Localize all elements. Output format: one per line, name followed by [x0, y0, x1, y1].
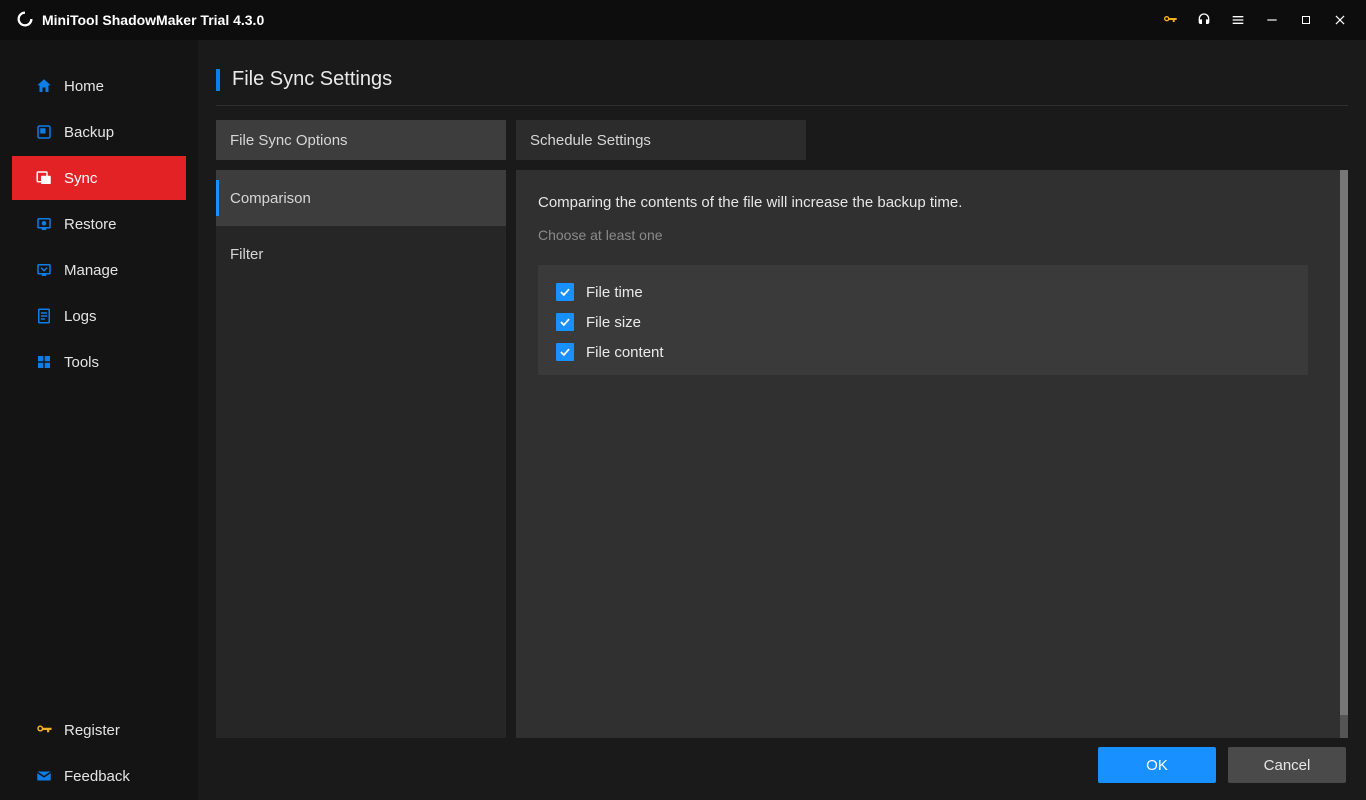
- button-label: Cancel: [1264, 757, 1311, 774]
- key-icon[interactable]: [1160, 0, 1180, 40]
- settings-categories: Comparison Filter: [216, 170, 506, 738]
- menu-icon[interactable]: [1228, 0, 1248, 40]
- tab-label: Schedule Settings: [530, 132, 651, 149]
- button-label: OK: [1146, 757, 1168, 774]
- sidebar-item-restore[interactable]: Restore: [12, 202, 186, 246]
- hint-text: Choose at least one: [538, 227, 1326, 243]
- category-filter[interactable]: Filter: [216, 226, 506, 282]
- tab-file-sync-options[interactable]: File Sync Options: [216, 120, 506, 160]
- manage-icon: [30, 261, 58, 279]
- content-panel: Comparing the contents of the file will …: [516, 170, 1348, 738]
- app-window: MiniTool ShadowMaker Trial 4.3.0 Home: [0, 0, 1366, 800]
- sidebar-item-label: Home: [64, 78, 104, 95]
- app-logo-icon: [16, 10, 34, 31]
- checkbox-icon: [556, 283, 574, 301]
- backup-icon: [30, 123, 58, 141]
- tab-schedule-settings[interactable]: Schedule Settings: [516, 120, 806, 160]
- info-text: Comparing the contents of the file will …: [538, 194, 1326, 211]
- page-header: File Sync Settings: [216, 68, 1348, 106]
- sidebar-item-home[interactable]: Home: [12, 64, 186, 108]
- tab-label: File Sync Options: [230, 132, 348, 149]
- logs-icon: [30, 307, 58, 325]
- sidebar-item-label: Logs: [64, 308, 97, 325]
- tabs: File Sync Options Schedule Settings: [216, 120, 1348, 160]
- category-label: Comparison: [230, 190, 311, 207]
- sidebar-item-label: Feedback: [64, 768, 130, 785]
- check-file-content[interactable]: File content: [556, 343, 1290, 361]
- main-panel: File Sync Settings File Sync Options Sch…: [198, 40, 1366, 800]
- sidebar-item-logs[interactable]: Logs: [12, 294, 186, 338]
- check-label: File content: [586, 344, 664, 361]
- checkbox-icon: [556, 313, 574, 331]
- titlebar: MiniTool ShadowMaker Trial 4.3.0: [0, 0, 1366, 40]
- maximize-icon[interactable]: [1296, 0, 1316, 40]
- category-label: Filter: [230, 246, 263, 263]
- check-file-size[interactable]: File size: [556, 313, 1290, 331]
- content-row: Comparison Filter Comparing the contents…: [216, 170, 1348, 738]
- app-title: MiniTool ShadowMaker Trial 4.3.0: [42, 12, 264, 28]
- scrollbar[interactable]: [1340, 170, 1348, 738]
- check-label: File size: [586, 314, 641, 331]
- sidebar-item-label: Tools: [64, 354, 99, 371]
- accent-bar: [216, 69, 220, 91]
- minimize-icon[interactable]: [1262, 0, 1282, 40]
- category-comparison[interactable]: Comparison: [216, 170, 506, 226]
- home-icon: [30, 77, 58, 95]
- headset-icon[interactable]: [1194, 0, 1214, 40]
- sidebar-item-label: Backup: [64, 124, 114, 141]
- sidebar-item-manage[interactable]: Manage: [12, 248, 186, 292]
- sidebar-item-label: Sync: [64, 170, 97, 187]
- sidebar-item-label: Manage: [64, 262, 118, 279]
- sidebar-item-backup[interactable]: Backup: [12, 110, 186, 154]
- sidebar-item-label: Restore: [64, 216, 117, 233]
- sidebar-item-feedback[interactable]: Feedback: [12, 754, 186, 798]
- sidebar-item-tools[interactable]: Tools: [12, 340, 186, 384]
- page-title: File Sync Settings: [232, 68, 392, 91]
- mail-icon: [30, 767, 58, 785]
- restore-icon: [30, 215, 58, 233]
- scrollbar-thumb[interactable]: [1340, 170, 1348, 715]
- ok-button[interactable]: OK: [1098, 747, 1216, 783]
- comparison-options: File time File size File content: [538, 265, 1308, 375]
- cancel-button[interactable]: Cancel: [1228, 747, 1346, 783]
- check-file-time[interactable]: File time: [556, 283, 1290, 301]
- sidebar-item-label: Register: [64, 722, 120, 739]
- checkbox-icon: [556, 343, 574, 361]
- tools-icon: [30, 353, 58, 371]
- sidebar-item-sync[interactable]: Sync: [12, 156, 186, 200]
- footer: OK Cancel: [216, 738, 1348, 792]
- sync-icon: [30, 169, 58, 187]
- sidebar: Home Backup Sync Restore Manage: [0, 40, 198, 800]
- sidebar-item-register[interactable]: Register: [12, 708, 186, 752]
- check-label: File time: [586, 284, 643, 301]
- key-icon: [30, 721, 58, 739]
- close-icon[interactable]: [1330, 0, 1350, 40]
